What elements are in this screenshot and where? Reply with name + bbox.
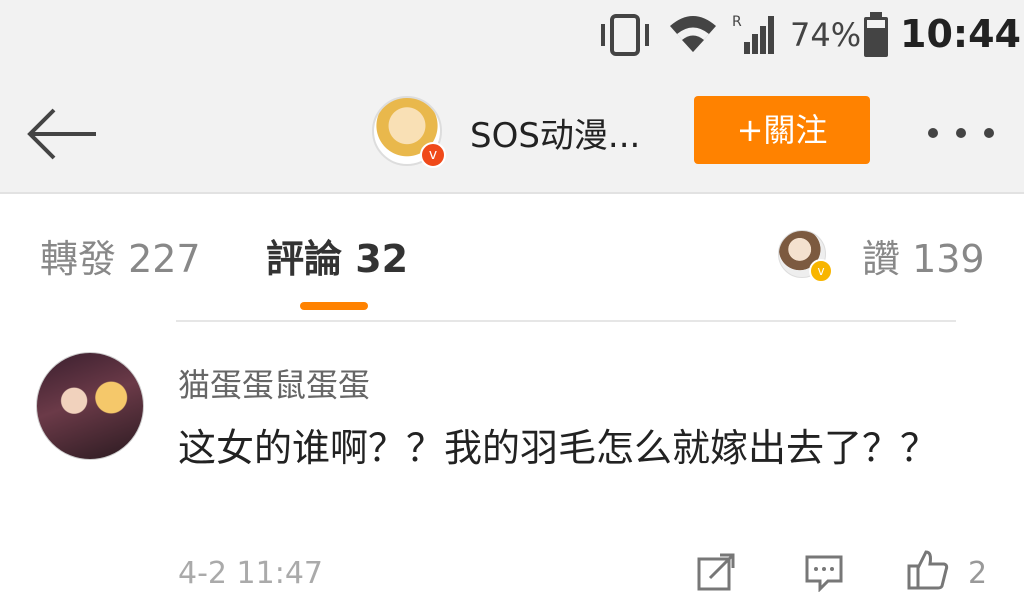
svg-text:R: R bbox=[732, 14, 742, 30]
clock: 10:44 bbox=[900, 12, 1021, 56]
follow-button[interactable]: +關注 bbox=[694, 96, 870, 164]
back-arrow-icon[interactable] bbox=[26, 106, 98, 162]
tab-active-indicator bbox=[300, 302, 368, 310]
share-icon[interactable] bbox=[696, 552, 736, 592]
verified-badge-icon: v bbox=[809, 259, 833, 283]
more-icon[interactable] bbox=[926, 126, 996, 140]
battery-percent: 74% bbox=[790, 16, 862, 54]
nav-bar: v SOS动漫... +關注 bbox=[0, 72, 1024, 194]
tab-bar: 轉發 227 評論 32 v 讚 139 bbox=[0, 194, 1024, 320]
divider bbox=[176, 320, 956, 322]
comment-time: 4-2 11:47 bbox=[178, 556, 323, 591]
liker-avatar[interactable]: v bbox=[778, 230, 833, 283]
battery-icon bbox=[864, 12, 888, 57]
reply-icon[interactable] bbox=[804, 552, 844, 592]
tab-likes[interactable]: 讚 139 bbox=[862, 228, 985, 283]
commenter-name[interactable]: 猫蛋蛋鼠蛋蛋 bbox=[178, 360, 370, 406]
account-avatar[interactable]: v bbox=[372, 96, 446, 168]
tab-comment[interactable]: 評論 32 bbox=[266, 228, 408, 283]
status-bar: R 74% 10:44 bbox=[0, 0, 1024, 72]
commenter-avatar[interactable] bbox=[36, 352, 144, 460]
vibrate-icon bbox=[601, 14, 649, 56]
thumbs-up-icon[interactable] bbox=[906, 548, 950, 592]
tab-repost[interactable]: 轉發 227 bbox=[40, 228, 201, 283]
comment-text: 这女的谁啊？？我的羽毛怎么就嫁出去了？？ bbox=[178, 426, 939, 470]
comment-like-count: 2 bbox=[968, 556, 988, 591]
account-name[interactable]: SOS动漫... bbox=[470, 108, 640, 157]
wifi-icon bbox=[670, 16, 716, 52]
verified-badge-icon: v bbox=[420, 142, 446, 168]
signal-icon: R bbox=[732, 14, 774, 54]
